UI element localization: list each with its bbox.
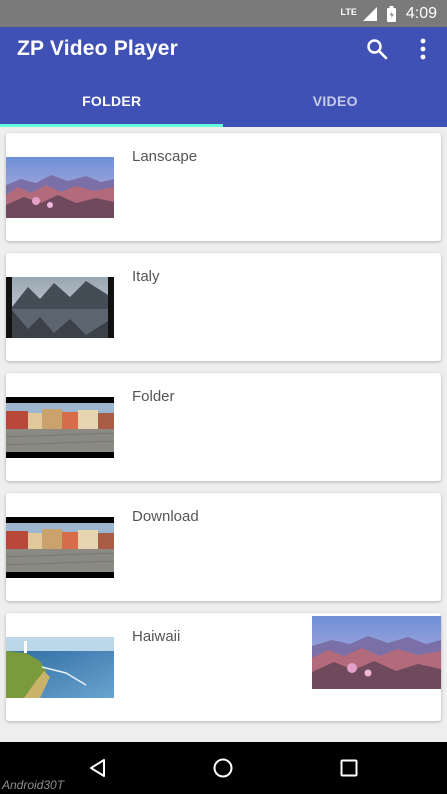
more-vert-icon xyxy=(420,38,426,60)
status-bar: LTE 4:09 xyxy=(0,0,447,27)
folder-name: Folder xyxy=(132,388,175,405)
network-type: LTE xyxy=(340,6,357,17)
tab-video[interactable]: VIDEO xyxy=(224,85,447,127)
list-item-download[interactable]: Download xyxy=(6,493,441,601)
navigation-bar: Android30T xyxy=(0,742,447,794)
signal-icon xyxy=(362,6,377,21)
folder-name: Haiwaii xyxy=(132,628,181,645)
tab-folder[interactable]: FOLDER xyxy=(0,85,224,127)
battery-icon xyxy=(386,5,396,22)
folder-thumbnail xyxy=(6,517,114,578)
search-button[interactable] xyxy=(363,35,391,63)
folder-thumbnail xyxy=(6,637,114,698)
folder-thumbnail xyxy=(6,277,114,338)
home-icon xyxy=(213,758,233,778)
tab-bar: FOLDER VIDEO xyxy=(0,85,447,127)
back-button[interactable] xyxy=(84,754,112,782)
list-item-italy[interactable]: Italy xyxy=(6,253,441,361)
tab-label: VIDEO xyxy=(312,93,358,109)
list-item-lanscape[interactable]: Lanscape xyxy=(6,133,441,241)
more-options-button[interactable] xyxy=(409,35,437,63)
list-item-folder[interactable]: Folder xyxy=(6,373,441,481)
clock: 4:09 xyxy=(405,4,437,22)
folder-thumbnail xyxy=(6,397,114,458)
tab-label: FOLDER xyxy=(82,93,142,109)
folder-list: Lanscape Italy Folder Download Haiwaii xyxy=(0,127,447,742)
app-title: ZP Video Player xyxy=(17,37,178,60)
recents-button[interactable] xyxy=(335,754,363,782)
list-item-haiwaii[interactable]: Haiwaii xyxy=(6,613,441,721)
folder-thumbnail xyxy=(6,157,114,218)
back-icon xyxy=(90,759,105,777)
app-bar: ZP Video Player FOLDER VIDEO xyxy=(0,27,447,127)
folder-name: Italy xyxy=(132,268,160,285)
watermark: Android30T xyxy=(2,778,65,792)
search-icon xyxy=(367,39,388,60)
preview-thumbnail xyxy=(312,616,441,689)
folder-name: Lanscape xyxy=(132,148,198,165)
home-button[interactable] xyxy=(209,754,237,782)
folder-name: Download xyxy=(132,508,199,525)
recents-icon xyxy=(340,759,358,777)
